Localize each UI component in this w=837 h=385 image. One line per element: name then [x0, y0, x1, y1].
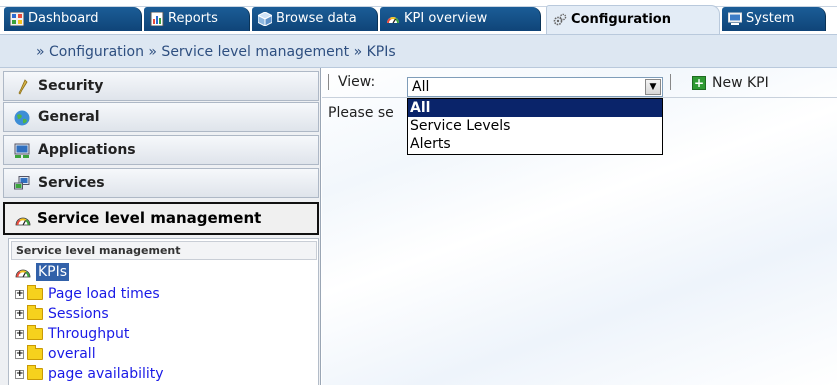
- sidebar-item-general-label: General: [38, 109, 100, 125]
- toolbar-separator: [670, 74, 671, 90]
- dropdown-option-alerts[interactable]: Alerts: [408, 135, 662, 153]
- reports-icon: [150, 12, 164, 26]
- sidebar-item-security[interactable]: Security: [3, 71, 319, 101]
- folder-icon: [27, 325, 43, 340]
- new-kpi-button[interactable]: + New KPI: [692, 73, 769, 93]
- toolbar: View: All ▼ + New KPI: [322, 68, 837, 98]
- tab-system-label: System: [746, 11, 795, 26]
- tree-node-label: page availability: [48, 366, 164, 382]
- tab-kpi-overview-label: KPI overview: [404, 11, 488, 26]
- tab-configuration[interactable]: Configuration: [546, 5, 720, 34]
- tree-root-label: KPIs: [36, 263, 70, 281]
- main-tab-bar: Dashboard Reports Browse data KPI overvi…: [0, 0, 837, 37]
- sidebar: Security General Applications Services S…: [0, 68, 321, 385]
- tab-kpi-overview[interactable]: KPI overview: [380, 7, 541, 31]
- sidebar-item-service-level-management[interactable]: Service level management: [3, 202, 319, 235]
- tree-node-label: overall: [48, 346, 96, 362]
- services-icon: [14, 176, 30, 190]
- new-kpi-label: New KPI: [712, 75, 769, 91]
- tab-dashboard-label: Dashboard: [28, 11, 99, 26]
- dashboard-icon: [10, 12, 24, 26]
- main-content: View: All ▼ + New KPI Please se All Serv…: [322, 68, 837, 385]
- cube-icon: [258, 12, 272, 26]
- gauge-icon: [387, 17, 399, 24]
- dropdown-option-all[interactable]: All: [408, 99, 662, 117]
- expand-icon[interactable]: +: [15, 370, 24, 379]
- dropdown-option-service-levels[interactable]: Service Levels: [408, 117, 662, 135]
- breadcrumb[interactable]: » Configuration » Service level manageme…: [0, 34, 837, 68]
- chevron-down-icon[interactable]: ▼: [645, 79, 661, 95]
- expand-icon[interactable]: +: [15, 290, 24, 299]
- tab-browse-data[interactable]: Browse data: [252, 7, 378, 31]
- view-select-value: All: [412, 79, 430, 95]
- toolbar-separator: [328, 74, 329, 90]
- sidebar-item-applications-label: Applications: [38, 142, 136, 158]
- tab-dashboard[interactable]: Dashboard: [4, 7, 142, 31]
- sidebar-item-service-level-management-label: Service level management: [37, 209, 262, 227]
- folder-icon: [27, 305, 43, 320]
- tab-system[interactable]: System: [722, 7, 826, 31]
- sidebar-item-services[interactable]: Services: [3, 168, 319, 198]
- sidebar-item-security-label: Security: [38, 78, 104, 94]
- globe-icon: [14, 110, 30, 126]
- tree-panel-header: Service level management: [11, 241, 317, 260]
- add-icon: +: [692, 76, 706, 90]
- gauge-icon: [15, 269, 31, 278]
- sidebar-item-general[interactable]: General: [3, 102, 319, 132]
- folder-icon: [27, 365, 43, 380]
- tree-node-label: Page load times: [48, 286, 160, 302]
- tab-reports[interactable]: Reports: [144, 7, 250, 31]
- tab-browse-data-label: Browse data: [276, 11, 357, 26]
- expand-icon[interactable]: +: [15, 330, 24, 339]
- gears-icon: [553, 13, 567, 26]
- wrench-icon: [18, 79, 28, 95]
- expand-icon[interactable]: +: [15, 350, 24, 359]
- gauge-icon: [15, 217, 31, 226]
- applications-icon: [14, 143, 30, 158]
- sidebar-item-services-label: Services: [38, 175, 105, 191]
- expand-icon[interactable]: +: [15, 310, 24, 319]
- tree-node-label: Sessions: [48, 306, 109, 322]
- folder-icon: [27, 285, 43, 300]
- sidebar-item-applications[interactable]: Applications: [3, 135, 319, 165]
- tab-reports-label: Reports: [168, 11, 218, 26]
- view-select[interactable]: All ▼: [407, 77, 663, 97]
- view-label: View:: [338, 74, 376, 90]
- folder-icon: [27, 345, 43, 360]
- info-message: Please se: [328, 105, 394, 121]
- tree-node-label: Throughput: [48, 326, 130, 342]
- view-dropdown-list[interactable]: All Service Levels Alerts: [407, 98, 663, 155]
- kpi-tree-panel: Service level management KPIs + Page loa…: [8, 238, 319, 385]
- tab-configuration-label: Configuration: [571, 12, 671, 27]
- monitor-icon: [728, 12, 742, 25]
